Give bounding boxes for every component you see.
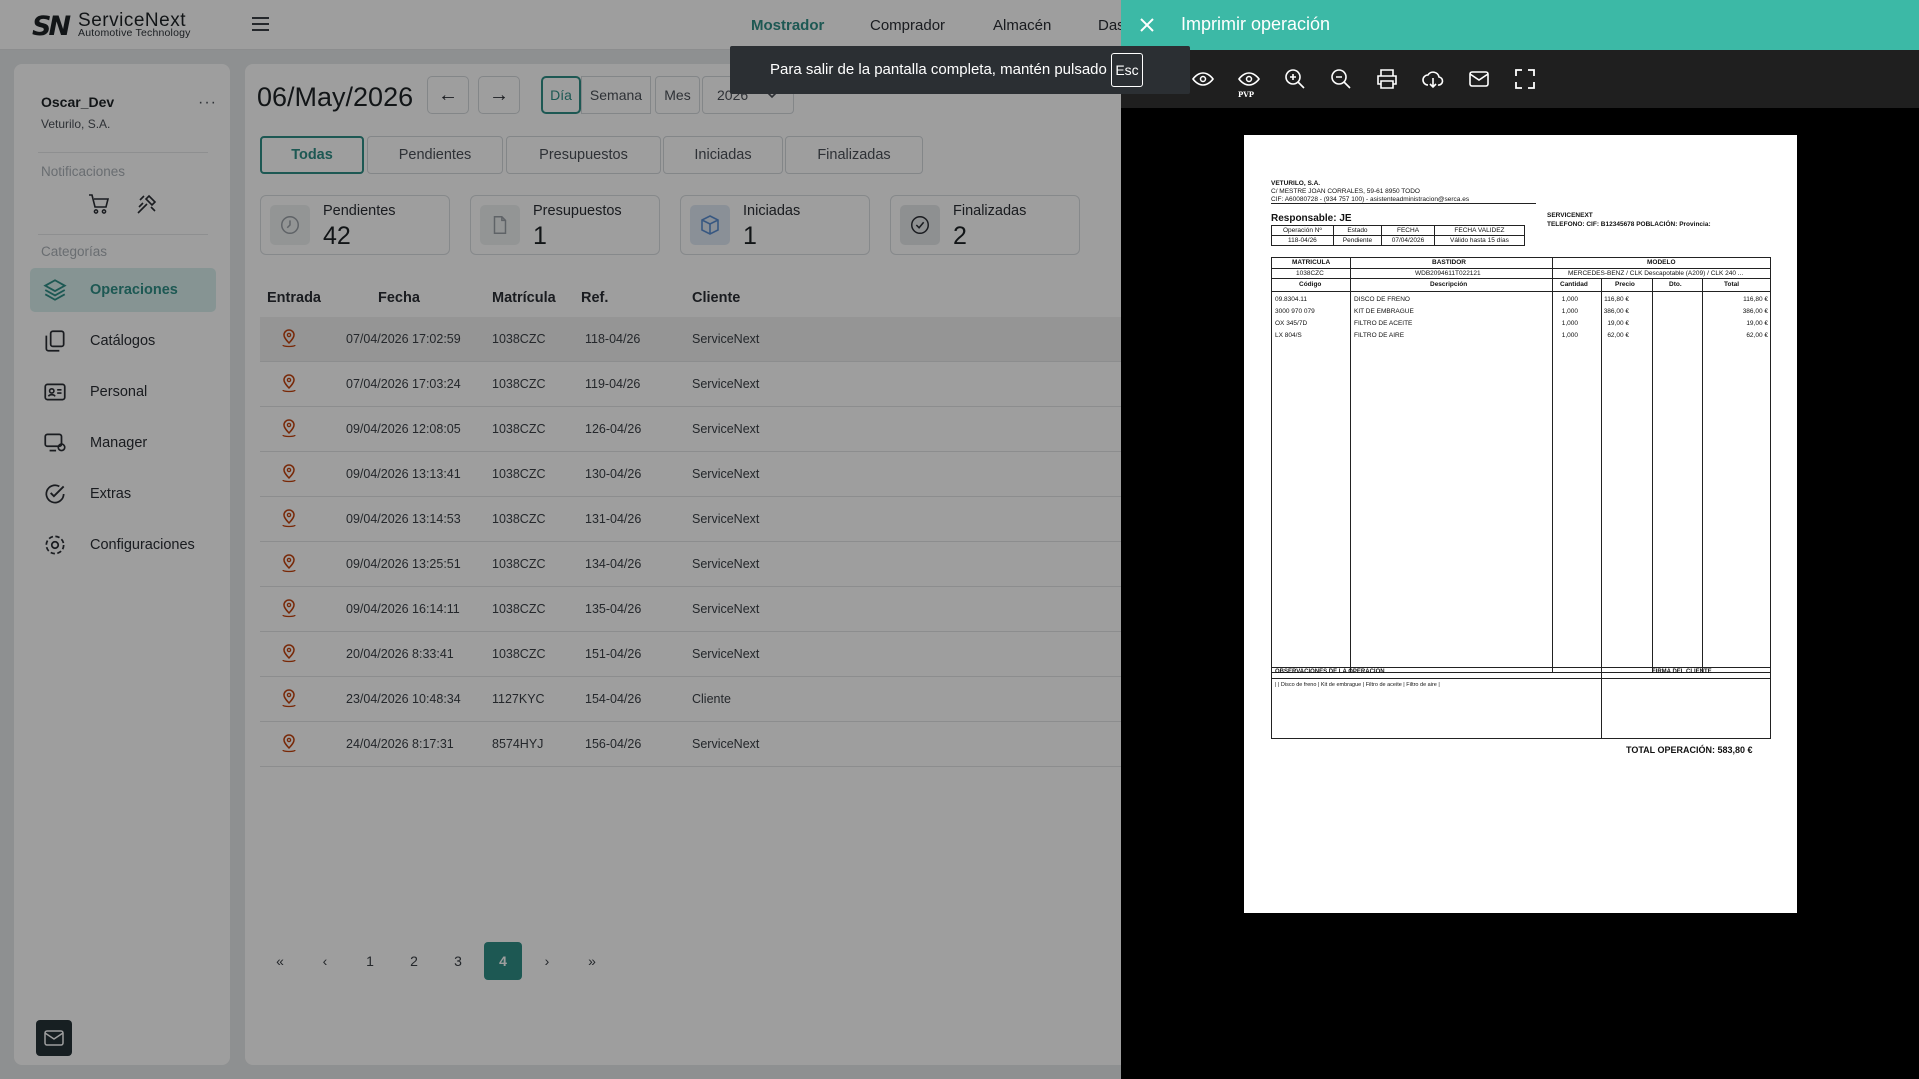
doc-line-cant: 1,000 [1561, 308, 1578, 315]
doc-company: VETURILO, S.A. [1271, 180, 1321, 187]
doc-cell: 118-04/26 [1271, 235, 1334, 246]
doc-line-cant: 1,000 [1561, 296, 1578, 303]
doc-veh-value: 1038CZC [1296, 270, 1324, 277]
doc-line-codigo: 09.8304.11 [1275, 296, 1308, 303]
doc-line-total: 62,00 € [1746, 332, 1768, 339]
doc-veh-value: MERCEDES-BENZ / CLK Descapotable (A209) … [1568, 270, 1744, 277]
doc-line-cant: 1,000 [1561, 332, 1578, 339]
doc-obs-text: | | Disco de freno | Kit de embrague | F… [1275, 682, 1440, 688]
doc-line-desc: DISCO DE FRENO [1354, 296, 1410, 303]
doc-total: TOTAL OPERACIÓN: 583,80 € [1626, 745, 1753, 755]
doc-responsable: Responsable: JE [1271, 213, 1352, 224]
doc-line-desc: KIT DE EMBRAGUE [1354, 308, 1414, 315]
doc-line-header: Descripción [1430, 281, 1468, 288]
doc-client-line: TELEFONO: CIF: B12345678 POBLACIÓN: Prov… [1547, 221, 1711, 228]
doc-cell: Válido hasta 15 días [1433, 235, 1526, 246]
doc-line-codigo: OX 345/7D [1275, 320, 1308, 327]
doc-obs-label: OBSERVACIONES DE LA OPERACIÓN [1275, 669, 1385, 675]
doc-line-total: 386,00 € [1742, 308, 1768, 315]
doc-cell: Pendiente [1332, 235, 1383, 246]
doc-cell: FECHA VALIDEZ [1433, 225, 1526, 236]
fullscreen-icon[interactable] [1513, 67, 1537, 91]
doc-line-precio: 116,80 € [1604, 296, 1629, 303]
zoom-out-icon[interactable] [1329, 67, 1353, 91]
doc-lines-frame: MATRICULA BASTIDOR MODELO 1038CZC WDB209… [1271, 257, 1771, 673]
doc-firma-label: FIRMA DEL CLIENTE [1652, 669, 1712, 675]
pvp-label: PVP [1238, 90, 1254, 99]
doc-line-header: Cantidad [1560, 281, 1588, 288]
doc-line-desc: FILTRO DE AIRE [1354, 332, 1405, 339]
close-icon[interactable] [1137, 15, 1157, 35]
doc-line-header: Código [1299, 281, 1322, 288]
doc-veh-header: MATRICULA [1292, 259, 1331, 266]
doc-cif: CIF: A60080728 - (934 757 100) - asisten… [1271, 196, 1536, 204]
doc-line-total: 19,00 € [1746, 320, 1768, 327]
doc-obs-frame: OBSERVACIONES DE LA OPERACIÓN FIRMA DEL … [1271, 667, 1771, 739]
cloud-download-icon[interactable] [1421, 67, 1445, 91]
print-panel-header: Imprimir operación [1121, 0, 1919, 50]
doc-cell: 07/04/2026 [1381, 235, 1435, 246]
doc-line-total: 116,80 € [1743, 296, 1768, 303]
doc-cell: Operación Nº [1271, 225, 1334, 236]
send-mail-icon[interactable] [1467, 67, 1491, 91]
doc-line-header: Precio [1615, 281, 1635, 288]
doc-veh-header: MODELO [1647, 259, 1676, 266]
toast-message: Para salir de la pantalla completa, mant… [770, 61, 1107, 78]
doc-line-cant: 1,000 [1561, 320, 1578, 327]
document-preview[interactable]: VETURILO, S.A. C/ MESTRE JOAN CORRALES, … [1244, 135, 1797, 913]
doc-client-name: SERVICENEXT [1547, 212, 1593, 219]
doc-line-codigo: 3000 970 079 [1275, 308, 1315, 315]
doc-line-desc: FILTRO DE ACEITE [1354, 320, 1413, 327]
doc-veh-value: WDB2094611T022121 [1415, 270, 1481, 277]
doc-line-precio: 19,00 € [1607, 320, 1629, 327]
doc-address: C/ MESTRE JOAN CORRALES, 59-61 8950 TODO [1271, 188, 1420, 195]
doc-line-header: Total [1724, 281, 1740, 288]
fullscreen-toast: Para salir de la pantalla completa, mant… [730, 46, 1190, 94]
doc-line-precio: 62,00 € [1607, 332, 1629, 339]
doc-line-header: Dto. [1669, 281, 1682, 288]
modal-backdrop[interactable] [0, 0, 1121, 1079]
esc-key-badge: Esc [1111, 53, 1143, 87]
print-panel-title: Imprimir operación [1181, 14, 1331, 34]
print-icon[interactable] [1375, 67, 1399, 91]
eye-icon[interactable] [1191, 67, 1215, 91]
doc-cell: FECHA [1381, 225, 1435, 236]
pdf-toolbar: PVP [1121, 50, 1919, 108]
doc-cell: Estado [1332, 225, 1383, 236]
eye-pvp-icon[interactable] [1237, 67, 1261, 91]
doc-veh-header: BASTIDOR [1432, 259, 1466, 266]
doc-op-table: Operación Nº Estado FECHA FECHA VALIDEZ 118… [1271, 225, 1526, 246]
doc-line-codigo: LX 804/S [1275, 332, 1302, 339]
doc-line-precio: 386,00 € [1603, 308, 1629, 315]
zoom-in-icon[interactable] [1283, 67, 1307, 91]
